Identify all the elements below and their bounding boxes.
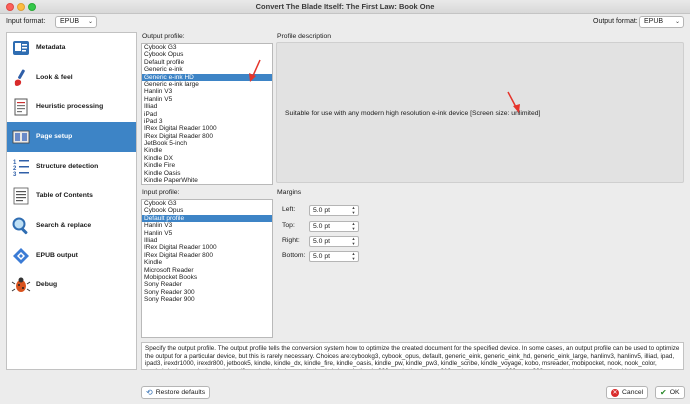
red-arrow-icon — [507, 91, 520, 113]
red-arrow-icon — [249, 59, 261, 82]
annotation-arrows — [249, 59, 520, 113]
